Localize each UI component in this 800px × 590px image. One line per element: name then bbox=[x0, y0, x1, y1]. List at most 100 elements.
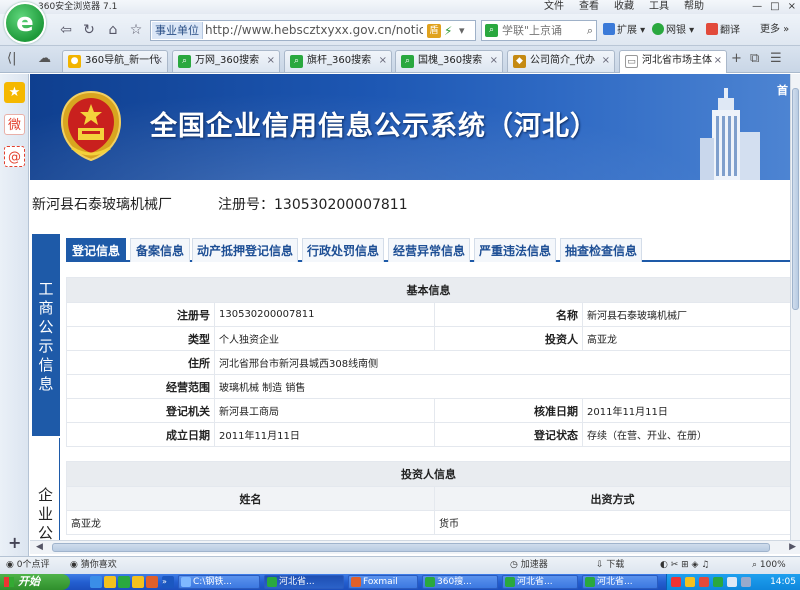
taskbar-item-explorer[interactable]: C:\钢铁... bbox=[178, 575, 260, 589]
weibo-icon[interactable]: 微 bbox=[4, 114, 25, 135]
tab-close-icon[interactable]: × bbox=[490, 51, 498, 71]
search-input[interactable] bbox=[502, 22, 580, 39]
scroll-left-icon[interactable]: ◀ bbox=[36, 541, 43, 554]
investor-info-table: 投资人信息 姓名 出资方式 高亚龙 货币 bbox=[66, 461, 790, 535]
tray-360-icon[interactable] bbox=[713, 577, 723, 587]
close-window-button[interactable]: × bbox=[788, 1, 796, 13]
back-arrow-icon[interactable]: ⇦ bbox=[56, 21, 76, 39]
tab-abnormal-operation[interactable]: 经营异常信息 bbox=[388, 238, 470, 262]
tab-360nav[interactable]: ● 360导航_新一代 × bbox=[62, 50, 168, 72]
tab-serious-violation[interactable]: 严重违法信息 bbox=[474, 238, 556, 262]
horizontal-scrollbar[interactable]: ◀ ▶ bbox=[30, 540, 800, 554]
menu-tools[interactable]: 工具 bbox=[649, 0, 669, 14]
expand-icon[interactable]: » bbox=[162, 576, 174, 588]
browser-tab-bar: ⟨| ☁ ● 360导航_新一代 × ⌕ 万网_360搜索 × ⌕ 旗杆_360… bbox=[0, 46, 800, 73]
tab-guohuai-search[interactable]: ⌕ 国槐_360搜索 × bbox=[395, 50, 503, 72]
360-browser-logo[interactable]: e bbox=[4, 2, 46, 44]
horizontal-scroll-thumb[interactable] bbox=[52, 543, 770, 552]
tab-filing-info[interactable]: 备案信息 bbox=[130, 238, 190, 262]
translate-button[interactable]: 翻译 bbox=[706, 23, 740, 38]
extend-button[interactable]: 扩展 ▾ bbox=[603, 23, 645, 38]
restore-tab-icon[interactable]: ⧉ bbox=[750, 51, 759, 67]
vertical-tab-business-public-info[interactable]: 工 商 公 示 信 息 bbox=[32, 234, 60, 436]
menu-help[interactable]: 帮助 bbox=[684, 0, 704, 14]
start-button[interactable]: 开始 bbox=[0, 574, 70, 590]
favorites-star-icon[interactable]: ★ bbox=[4, 82, 25, 103]
browser-icon bbox=[585, 577, 595, 587]
search-engine-icon[interactable]: ⌕ bbox=[485, 24, 498, 37]
vertical-scrollbar[interactable] bbox=[790, 74, 800, 540]
browser-quicklaunch-icon[interactable] bbox=[118, 576, 130, 588]
taskbar-item-360search[interactable]: 360搜... bbox=[422, 575, 498, 589]
menu-view[interactable]: 查看 bbox=[579, 0, 599, 14]
qq-icon[interactable] bbox=[132, 576, 144, 588]
taskbar-item-browser-active[interactable]: 河北省... bbox=[264, 575, 344, 589]
field-label: 登记状态 bbox=[434, 422, 583, 447]
home-link[interactable]: 首 bbox=[777, 82, 788, 98]
menu-favorites[interactable]: 收藏 bbox=[614, 0, 634, 14]
maximize-button[interactable]: □ bbox=[770, 1, 779, 13]
address-bar[interactable]: 事业单位 http://www.hebscztxyxx.gov.cn/notic… bbox=[150, 20, 476, 41]
comments-status[interactable]: ◉ 0个点评 bbox=[6, 557, 49, 574]
netbank-icon bbox=[652, 23, 664, 35]
tab-company-intro[interactable]: ◆ 公司简介_代办 × bbox=[507, 50, 615, 72]
tab-chattel-mortgage[interactable]: 动产抵押登记信息 bbox=[192, 238, 298, 262]
tray-network-icon[interactable] bbox=[727, 577, 737, 587]
sidebar-add-icon[interactable]: + bbox=[8, 535, 21, 551]
tray-app-icon[interactable] bbox=[671, 577, 681, 587]
tab-close-icon[interactable]: × bbox=[602, 51, 610, 71]
tab-list-icon[interactable]: ⟨| bbox=[7, 51, 16, 67]
security-shield-icon[interactable]: 盾 bbox=[427, 24, 441, 38]
desktop-icon[interactable] bbox=[90, 576, 102, 588]
app-quicklaunch-icon[interactable] bbox=[146, 576, 158, 588]
tab-hebei-market[interactable]: ▭ 河北省市场主体 × bbox=[619, 50, 727, 73]
refresh-icon[interactable]: ↻ bbox=[79, 21, 99, 39]
qq-icon[interactable] bbox=[104, 576, 116, 588]
system-tray: 14:05 bbox=[666, 574, 800, 590]
search-box[interactable]: ⌕ ⌕ bbox=[481, 20, 597, 41]
menu-file[interactable]: 文件 bbox=[544, 0, 564, 14]
search-icon[interactable]: ⌕ bbox=[587, 23, 593, 39]
tray-security-icon[interactable] bbox=[699, 577, 709, 587]
scroll-right-icon[interactable]: ▶ bbox=[789, 541, 796, 554]
vertical-tab-enterprise-public-info[interactable]: 企 业 公 bbox=[32, 438, 60, 540]
national-emblem-icon bbox=[60, 90, 122, 162]
taskbar-item-browser[interactable]: 河北省... bbox=[502, 575, 578, 589]
dropdown-arrow-icon[interactable]: ▾ bbox=[459, 23, 465, 39]
star-icon[interactable]: ☆ bbox=[126, 21, 146, 39]
tab-registration-info[interactable]: 登记信息 bbox=[66, 238, 126, 262]
tab-close-icon[interactable]: × bbox=[267, 51, 275, 71]
site-category-badge[interactable]: 事业单位 bbox=[152, 22, 203, 39]
tab-menu-icon[interactable]: ☰ bbox=[770, 51, 782, 67]
accelerator-button[interactable]: ◷ 加速器 bbox=[510, 557, 548, 574]
vertical-scroll-thumb[interactable] bbox=[792, 88, 799, 310]
tab-administrative-penalty[interactable]: 行政处罚信息 bbox=[302, 238, 384, 262]
lightning-icon[interactable]: ⚡ bbox=[444, 23, 452, 39]
home-icon[interactable]: ⌂ bbox=[103, 21, 123, 39]
cloud-icon[interactable]: ☁ bbox=[38, 51, 51, 67]
netbank-button[interactable]: 网银 ▾ bbox=[652, 23, 694, 38]
registration-number: 注册号：130530200007811 bbox=[218, 197, 408, 213]
url-text[interactable]: http://www.hebscztxyxx.gov.cn/noticehb/r bbox=[205, 21, 423, 40]
field-value: 130530200007811 bbox=[214, 302, 435, 327]
download-button[interactable]: ⇩ 下载 bbox=[596, 557, 624, 574]
minimize-button[interactable]: — bbox=[752, 1, 762, 13]
tray-volume-icon[interactable] bbox=[741, 577, 751, 587]
more-button[interactable]: 更多 » bbox=[760, 23, 789, 37]
taskbar-item-foxmail[interactable]: Foxmail bbox=[348, 575, 418, 589]
new-tab-icon[interactable]: + bbox=[731, 51, 742, 67]
tab-close-icon[interactable]: × bbox=[155, 51, 163, 71]
tab-wanwang-search[interactable]: ⌕ 万网_360搜索 × bbox=[172, 50, 280, 72]
tab-spot-check[interactable]: 抽查检查信息 bbox=[560, 238, 642, 262]
email-icon[interactable]: @ bbox=[4, 146, 25, 167]
tab-close-icon[interactable]: × bbox=[714, 51, 722, 71]
browser-app-title: 360安全浏览器 7.1 bbox=[38, 2, 118, 12]
tab-qigan-search[interactable]: ⌕ 旗杆_360搜索 × bbox=[284, 50, 392, 72]
guess-you-like[interactable]: ◉ 猜你喜欢 bbox=[70, 557, 117, 574]
zoom-level[interactable]: ⌕ 100% bbox=[752, 557, 786, 574]
tab-close-icon[interactable]: × bbox=[379, 51, 387, 71]
taskbar-item-browser[interactable]: 河北省... bbox=[582, 575, 658, 589]
tray-qq-icon[interactable] bbox=[685, 577, 695, 587]
table-row: 住所 河北省邢台市新河县城西308线南侧 bbox=[66, 350, 790, 375]
status-tools[interactable]: ◐ ✂ ⊞ ◈ ♫ bbox=[660, 557, 709, 574]
